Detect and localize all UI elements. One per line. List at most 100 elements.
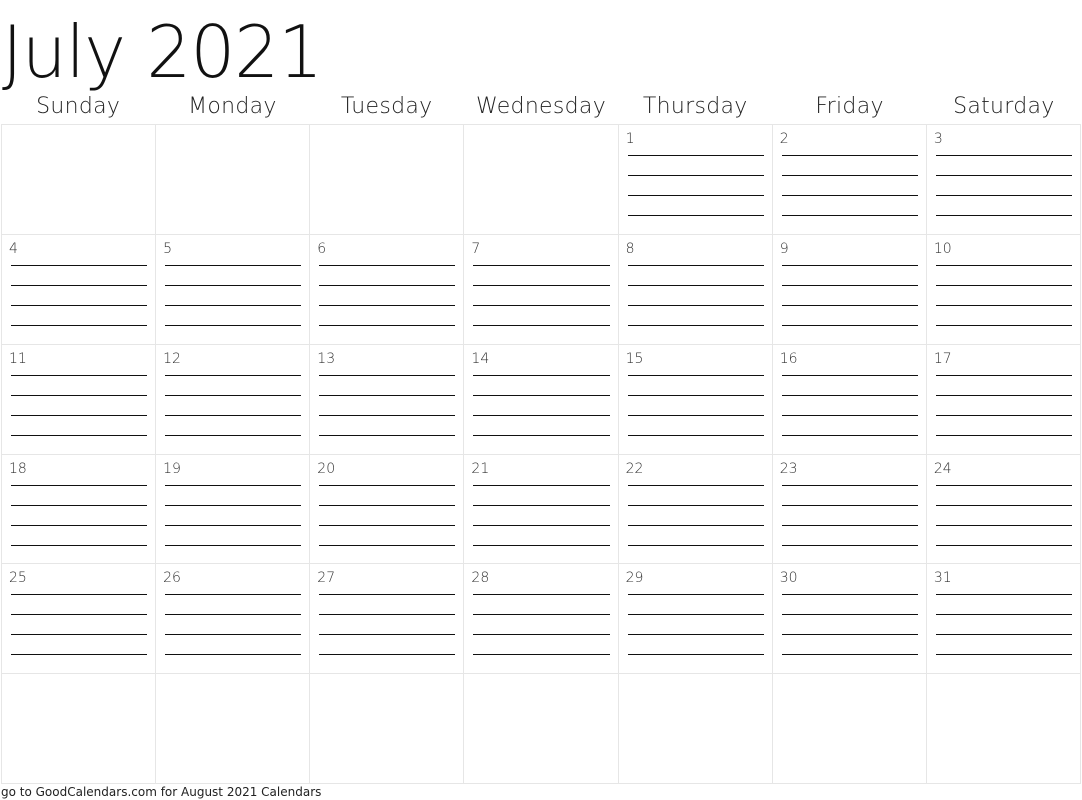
note-line	[473, 434, 610, 436]
note-line	[473, 304, 610, 306]
day-number: 2	[779, 131, 789, 147]
weekday-wednesday: Wednesday	[475, 94, 607, 119]
note-line	[11, 374, 148, 376]
note-line	[627, 155, 764, 156]
note-line	[935, 374, 1072, 376]
note-line	[319, 264, 456, 266]
calendar-grid: 1 2 3 4 5 6 7 8 9 10 11 12 13 14 15 16 17 18 19 20 21 22 23 24 2…	[1, 124, 1081, 784]
note-line	[473, 654, 610, 656]
note-line	[319, 544, 456, 546]
day-cell: 22	[618, 454, 773, 565]
note-line	[781, 504, 918, 506]
note-line	[165, 434, 302, 436]
note-line	[319, 414, 456, 416]
day-cell: 3	[926, 125, 1081, 235]
note-line	[319, 524, 456, 526]
note-line	[319, 304, 456, 306]
note-line	[627, 304, 764, 306]
day-cell: 26	[156, 564, 311, 675]
note-line	[473, 594, 610, 596]
note-line	[781, 594, 918, 596]
note-line	[935, 215, 1072, 216]
note-line	[781, 304, 918, 306]
day-cell: 11	[2, 344, 157, 455]
note-line	[473, 394, 610, 396]
note-line	[165, 544, 302, 546]
note-line	[781, 195, 918, 196]
day-number: 5	[163, 240, 173, 257]
note-line	[473, 284, 610, 286]
note-line	[11, 594, 148, 596]
day-cell: 15	[618, 344, 773, 455]
day-cell: 16	[772, 344, 927, 455]
day-number: 26	[163, 570, 181, 587]
day-number: 6	[317, 240, 327, 257]
day-number: 29	[625, 570, 644, 587]
day-cell: 31	[926, 564, 1081, 675]
empty-day-cell	[618, 674, 773, 784]
note-line	[627, 634, 764, 636]
day-number: 30	[779, 570, 798, 587]
weekday-monday: Monday	[188, 94, 277, 119]
note-line	[627, 215, 764, 216]
day-cell: 29	[618, 564, 773, 675]
note-line	[781, 414, 918, 416]
note-line	[627, 484, 764, 486]
empty-day-cell	[156, 674, 311, 784]
note-line	[781, 284, 918, 286]
note-line	[165, 264, 302, 266]
note-line	[781, 264, 918, 266]
note-line	[473, 264, 610, 266]
note-line	[473, 614, 610, 616]
day-cell: 25	[2, 564, 157, 675]
note-line	[473, 484, 610, 486]
note-line	[473, 504, 610, 506]
empty-day-cell	[926, 674, 1081, 784]
note-line	[935, 304, 1072, 306]
day-number: 31	[933, 570, 952, 587]
day-number: 18	[9, 460, 27, 477]
note-line	[165, 324, 302, 326]
day-cell: 2	[772, 125, 927, 235]
note-line	[627, 394, 764, 396]
day-cell: 14	[464, 344, 619, 455]
note-line	[165, 654, 302, 656]
empty-day-cell	[464, 674, 619, 784]
day-number: 20	[317, 460, 336, 477]
weekday-sunday: Sunday	[36, 94, 121, 119]
note-line	[473, 524, 610, 526]
note-line	[319, 484, 456, 486]
note-line	[165, 634, 302, 636]
note-line	[11, 504, 148, 506]
note-line	[781, 215, 918, 216]
note-line	[319, 504, 456, 506]
note-line	[781, 324, 918, 326]
note-line	[781, 524, 918, 526]
note-line	[935, 504, 1072, 506]
empty-day-cell	[2, 674, 157, 784]
day-number: 27	[317, 570, 336, 587]
note-line	[11, 434, 148, 436]
day-cell: 10	[926, 234, 1081, 345]
note-line	[627, 324, 764, 326]
note-line	[165, 484, 302, 486]
note-line	[165, 614, 302, 616]
day-number: 19	[163, 460, 181, 477]
empty-day-cell	[464, 125, 619, 235]
note-line	[11, 524, 148, 526]
day-cell: 20	[310, 454, 465, 565]
note-line	[935, 484, 1072, 486]
note-line	[627, 264, 764, 266]
weekday-saturday: Saturday	[953, 94, 1055, 119]
day-cell: 8	[618, 234, 773, 345]
note-line	[627, 434, 764, 436]
note-line	[935, 614, 1072, 616]
note-line	[165, 374, 302, 376]
day-cell: 12	[156, 344, 311, 455]
note-line	[473, 324, 610, 326]
note-line	[11, 394, 148, 396]
note-line	[627, 594, 764, 596]
day-cell: 7	[464, 234, 619, 345]
empty-day-cell	[310, 125, 465, 235]
footer-link[interactable]: go to GoodCalendars.com for August 2021 …	[1, 784, 321, 800]
